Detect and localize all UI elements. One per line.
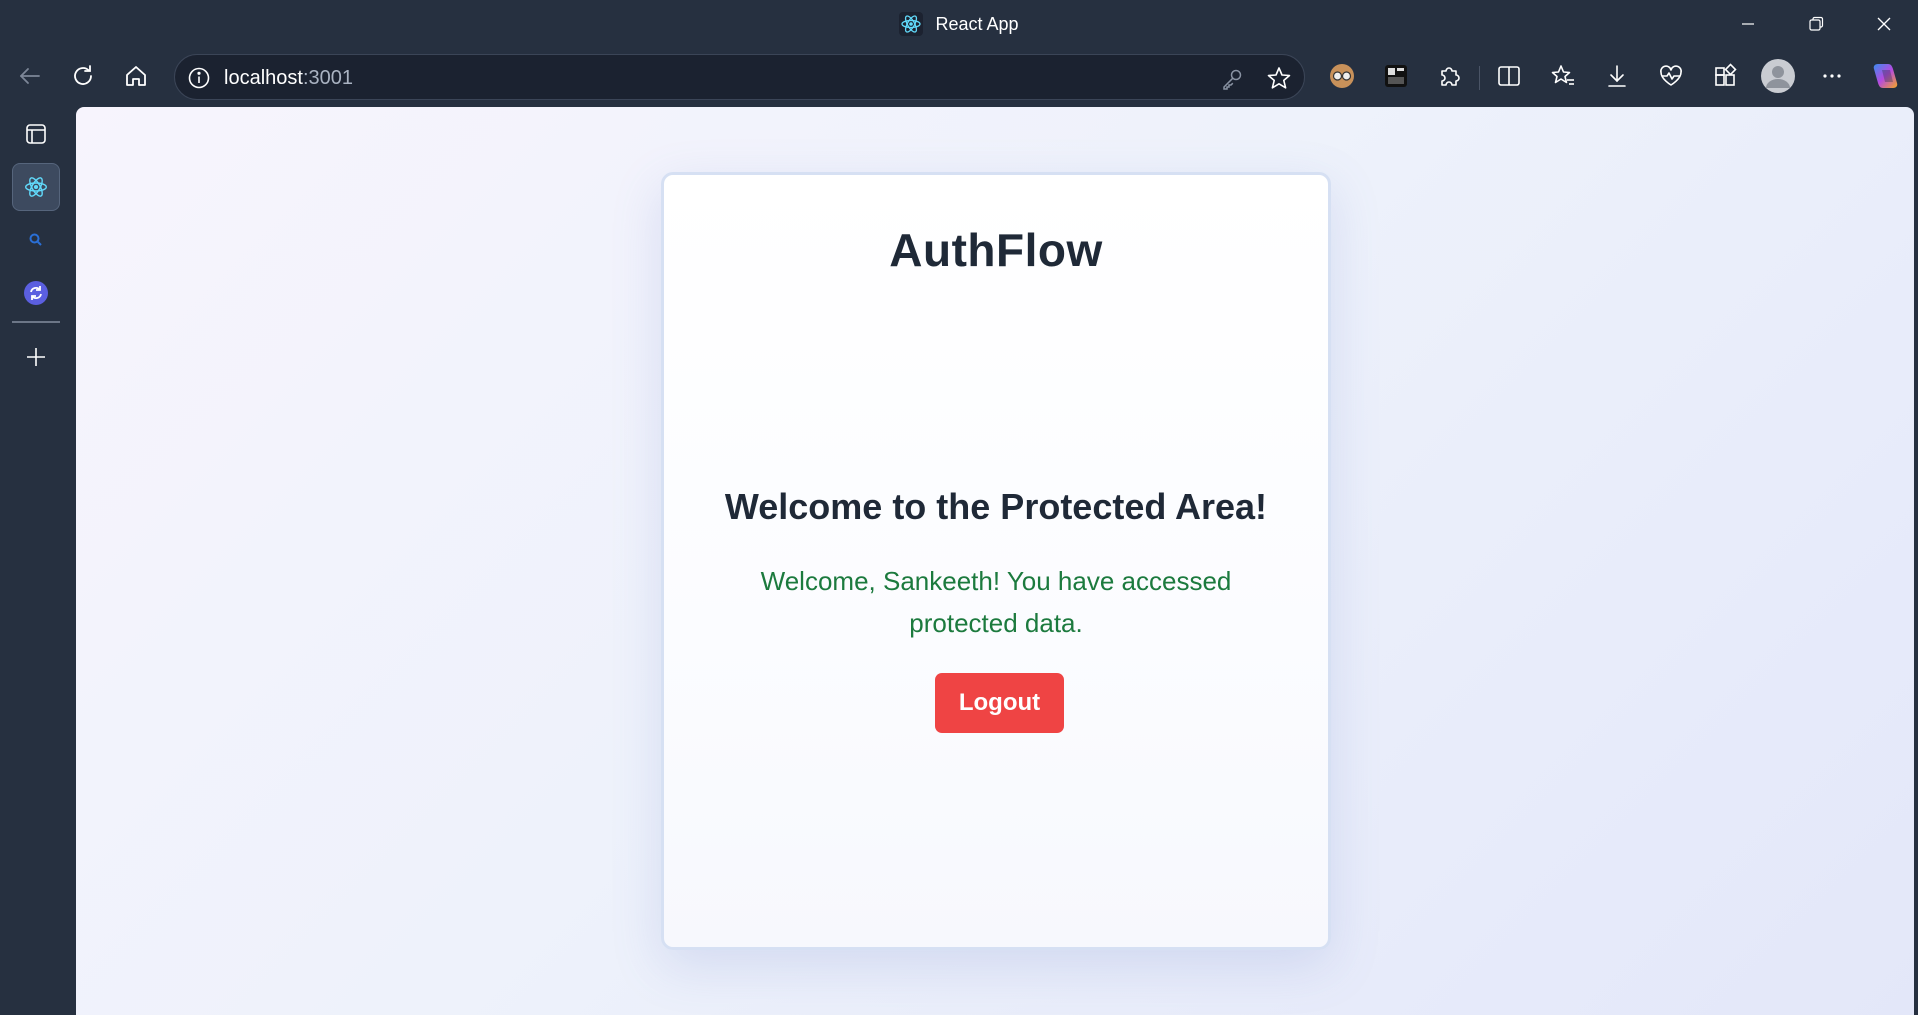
copilot-icon [1870,60,1902,92]
extension-icon-1[interactable] [1322,56,1362,96]
arrow-left-icon [17,63,43,89]
favorites-icon [1550,63,1576,89]
tab-actions-button[interactable] [12,110,60,158]
downloads-button[interactable] [1597,56,1637,96]
sidebar-divider [12,321,60,323]
collections-button[interactable] [1705,56,1745,96]
more-menu-button[interactable] [1812,56,1852,96]
avatar [1761,59,1795,93]
search-icon [28,232,44,248]
copilot-button[interactable] [1866,56,1906,96]
react-icon [23,174,49,200]
url-port: :3001 [302,67,353,89]
browser-toolbar: localhost:3001 [0,52,1918,102]
vertical-tab-sidebar [0,106,70,1015]
plus-icon [24,345,48,369]
auth-card: AuthFlow Welcome to the Protected Area! … [661,172,1331,950]
refresh-button[interactable] [63,56,103,96]
tab-search[interactable] [12,216,60,264]
favorites-button[interactable] [1543,56,1583,96]
url-text[interactable]: localhost:3001 [224,67,353,90]
more-icon [1820,64,1844,88]
page-viewport: AuthFlow Welcome to the Protected Area! … [76,107,1914,1015]
back-button[interactable] [10,56,50,96]
url-host: localhost [224,67,303,89]
profile-button[interactable] [1758,56,1798,96]
tab-panel-icon [24,122,48,146]
browser-essentials-button[interactable] [1651,56,1691,96]
address-bar[interactable]: localhost:3001 [174,54,1305,100]
toolbar-divider [1479,66,1480,90]
extensions-button[interactable] [1429,56,1469,96]
puzzle-icon [1436,63,1462,89]
extension-icon-2[interactable] [1376,56,1416,96]
welcome-message: Welcome, Sankeeth! You have accessed pro… [760,566,1232,638]
title-bar: React App [0,0,1918,48]
heart-pulse-icon [1658,63,1684,89]
split-screen-button[interactable] [1489,56,1529,96]
window-title: React App [0,0,1918,48]
key-icon[interactable] [1220,67,1244,91]
split-screen-icon [1496,63,1522,89]
restore-button[interactable] [1782,0,1850,48]
refresh-icon [70,63,96,89]
logout-button[interactable]: Logout [935,673,1064,733]
tab-sync[interactable] [12,269,60,317]
apps-icon [1712,63,1738,89]
window-title-text: React App [935,13,1019,34]
info-icon[interactable] [187,66,211,90]
home-icon [123,63,149,89]
download-icon [1604,63,1630,89]
tab-react-app[interactable] [12,163,60,211]
new-tab-button[interactable] [12,333,60,381]
minimize-button[interactable] [1714,0,1782,48]
close-button[interactable] [1850,0,1918,48]
home-button[interactable] [116,56,156,96]
page-heading: Welcome to the Protected Area! [724,486,1268,527]
brand-title: AuthFlow [889,224,1103,276]
sync-icon [23,280,49,306]
react-icon [899,12,924,36]
star-icon[interactable] [1266,65,1292,91]
